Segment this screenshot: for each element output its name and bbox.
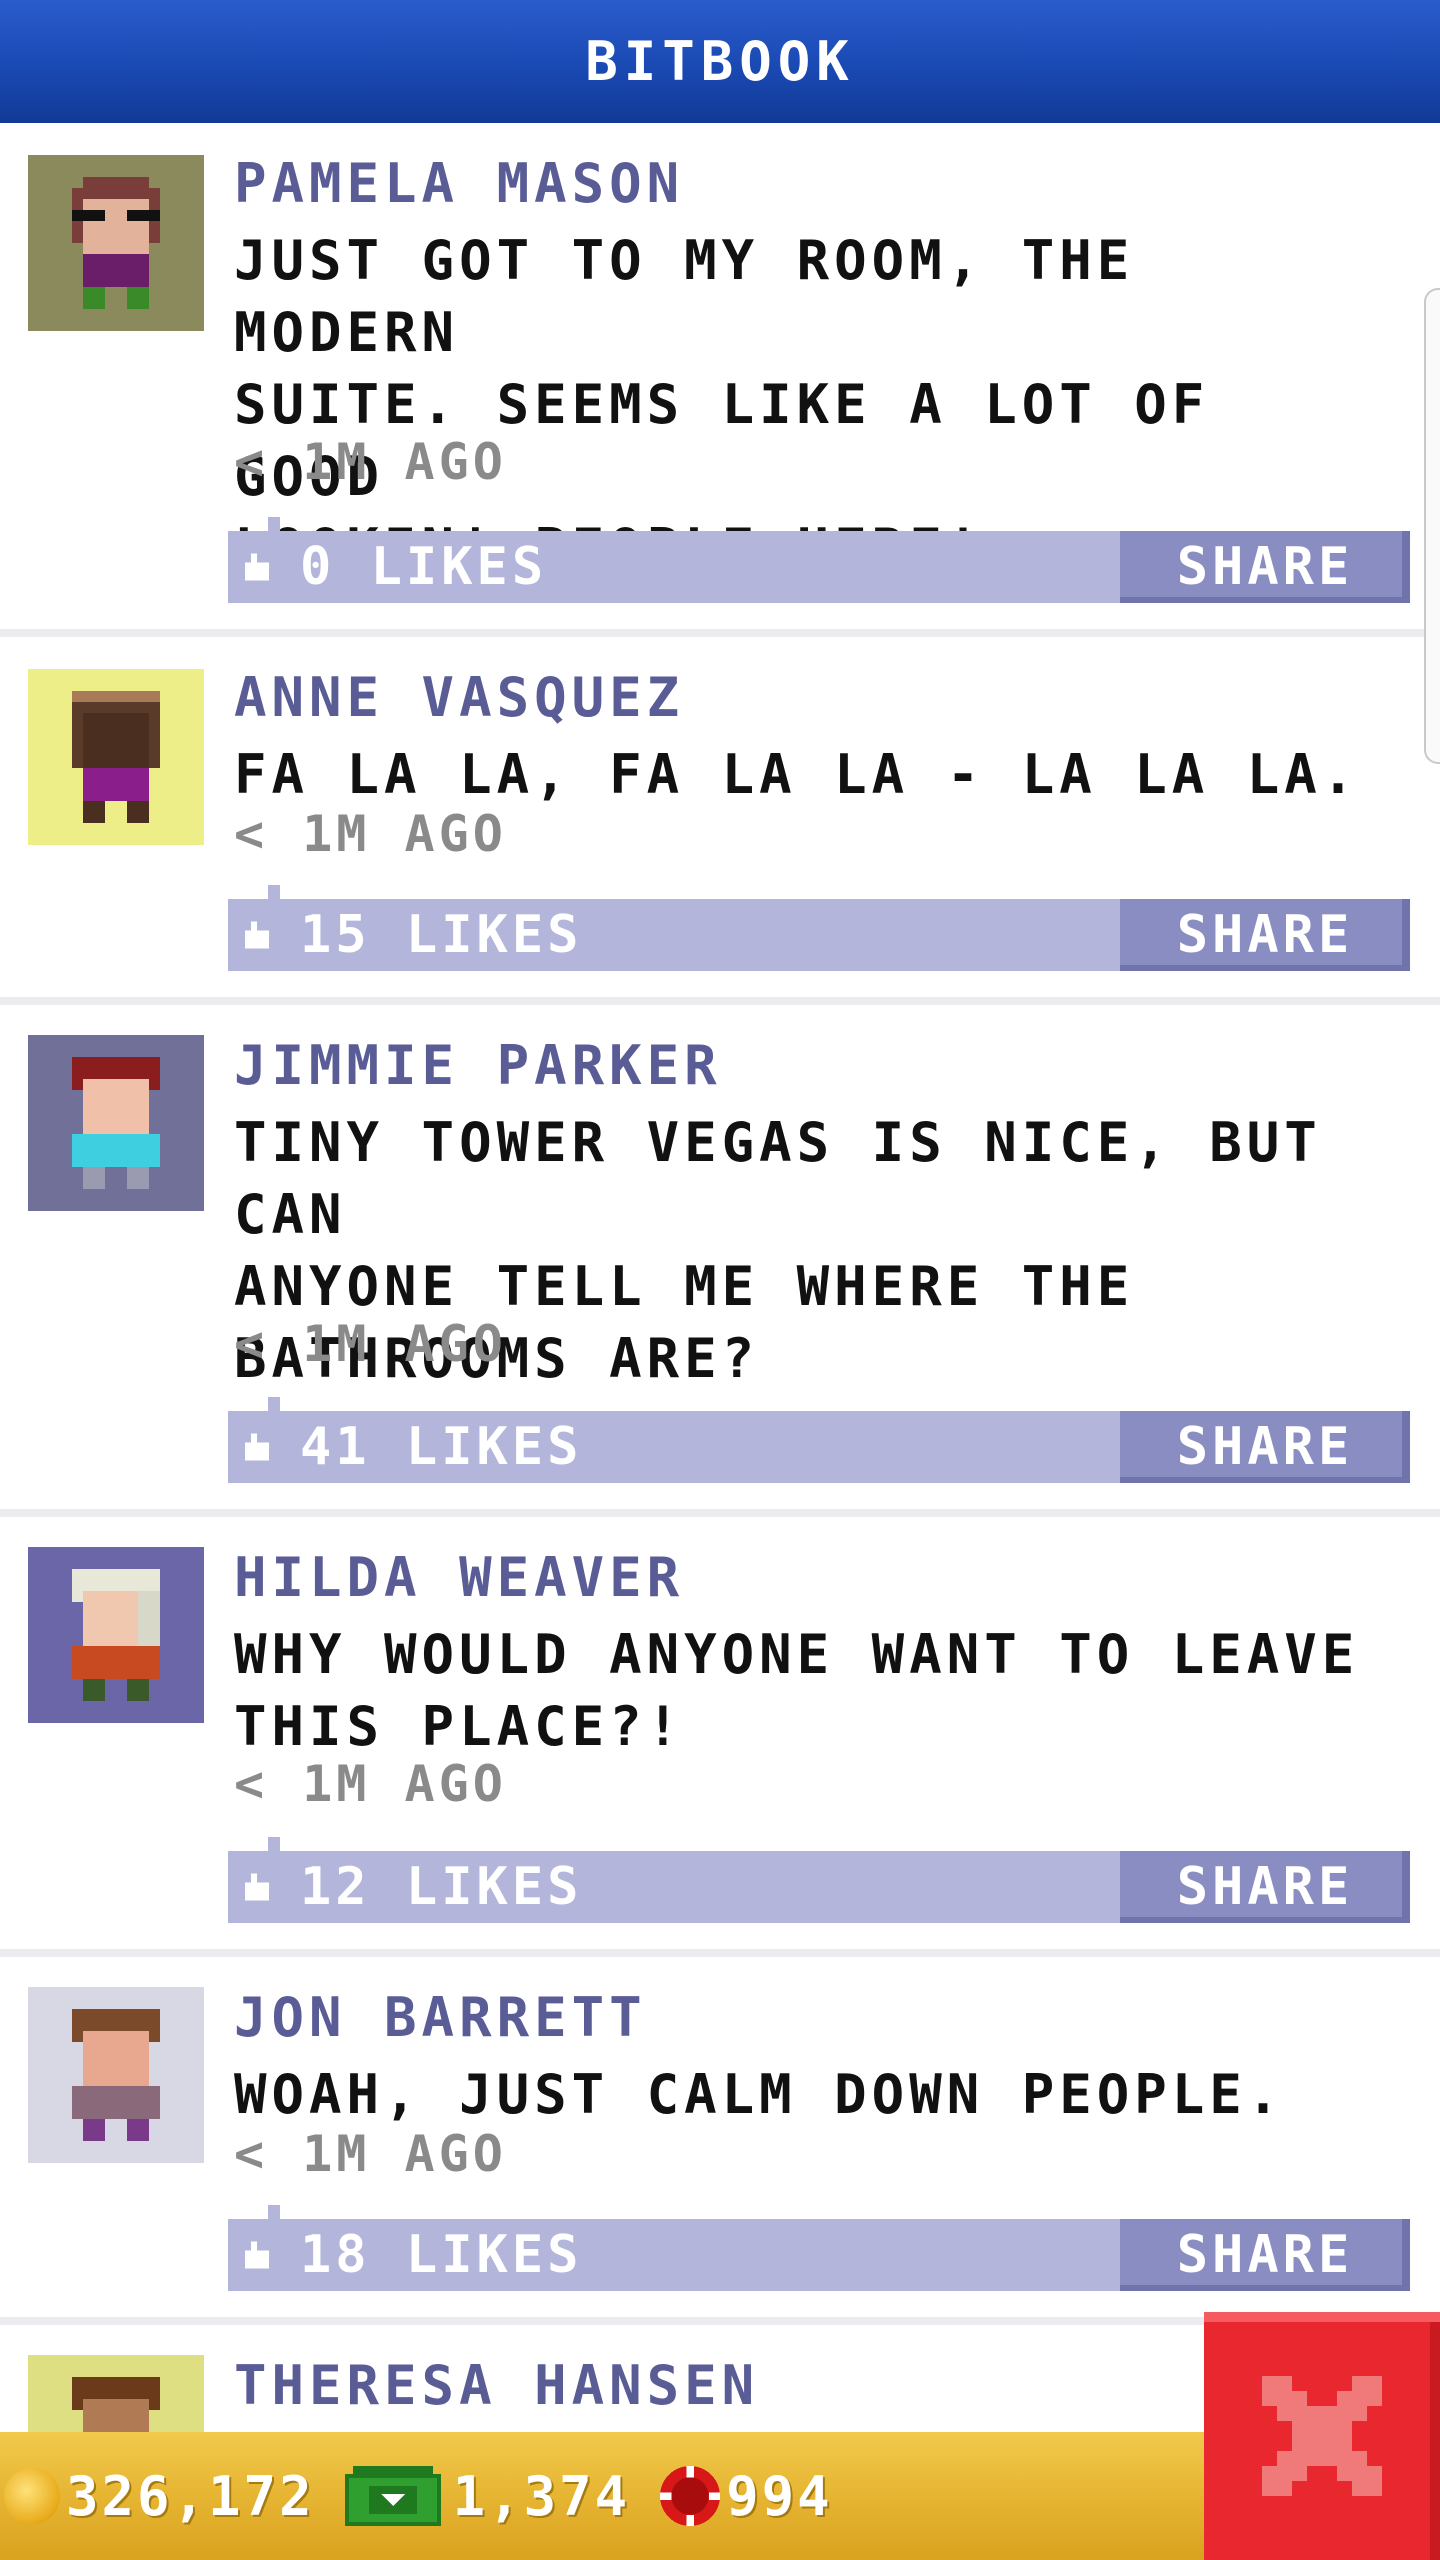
close-icon (1262, 2376, 1382, 2496)
share-button[interactable]: SHARE (1120, 1411, 1410, 1483)
avatar[interactable] (28, 1547, 204, 1723)
share-button[interactable]: SHARE (1120, 899, 1410, 971)
post-text-line: JUST GOT TO MY ROOM, THE MODERN (234, 229, 1135, 364)
like-bar-tab (268, 885, 280, 899)
avatar-jimmie-parker-icon (28, 1035, 204, 1211)
chips-counter: 994 (660, 2465, 833, 2528)
share-button[interactable]: SHARE (1120, 531, 1410, 603)
post-text-line: FA LA LA, FA LA LA - LA LA LA. (234, 743, 1360, 806)
avatar[interactable] (28, 669, 204, 845)
author-name[interactable]: THERESA HANSEN (234, 2355, 759, 2417)
like-bar: 0 LIKES SHARE (228, 517, 1410, 603)
thumbs-up-icon[interactable] (242, 1433, 272, 1461)
like-bar-tab (268, 1397, 280, 1411)
post-timestamp: < 1M AGO (234, 433, 507, 491)
close-button[interactable] (1204, 2312, 1440, 2560)
author-name[interactable]: ANNE VASQUEZ (234, 667, 684, 729)
bux-icon (344, 2466, 441, 2526)
post-timestamp: < 1M AGO (234, 1755, 507, 1813)
like-count[interactable]: 41 LIKES (300, 1411, 582, 1483)
like-count[interactable]: 12 LIKES (300, 1851, 582, 1923)
thumbs-up-icon[interactable] (242, 921, 272, 949)
post-text: WHY WOULD ANYONE WANT TO LEAVE THIS PLAC… (234, 1619, 1394, 1763)
coin-icon (4, 2468, 60, 2524)
post-text-line: ANYONE TELL ME WHERE THE (234, 1255, 1135, 1318)
like-count[interactable]: 18 LIKES (300, 2219, 582, 2291)
post-item: JIMMIE PARKER TINY TOWER VEGAS IS NICE, … (0, 1005, 1440, 1517)
avatar-pamela-mason-icon (28, 155, 204, 331)
like-bar: 18 LIKES SHARE (228, 2205, 1410, 2291)
avatar-jon-barrett-icon (28, 1987, 204, 2163)
post-text-line: THIS PLACE?! (234, 1695, 685, 1758)
post-timestamp: < 1M AGO (234, 1315, 507, 1373)
like-count[interactable]: 15 LIKES (300, 899, 582, 971)
post-item: HILDA WEAVER WHY WOULD ANYONE WANT TO LE… (0, 1517, 1440, 1957)
author-name[interactable]: HILDA WEAVER (234, 1547, 684, 1609)
coins-counter: 326,172 (4, 2465, 315, 2528)
chips-value: 994 (726, 2464, 833, 2528)
post-timestamp: < 1M AGO (234, 2125, 507, 2183)
post-text-line: WHY WOULD ANYONE WANT TO LEAVE (234, 1623, 1360, 1686)
avatar-anne-vasquez-icon (28, 669, 204, 845)
thumbs-up-icon[interactable] (242, 2241, 272, 2269)
poker-chip-icon (660, 2466, 721, 2526)
bux-value: 1,374 (452, 2464, 631, 2528)
scrollbar[interactable] (1424, 288, 1440, 764)
post-text: FA LA LA, FA LA LA - LA LA LA. (234, 739, 1394, 811)
author-name[interactable]: JON BARRETT (234, 1987, 647, 2049)
author-name[interactable]: JIMMIE PARKER (234, 1035, 722, 1097)
app-header: BITBOOK (0, 0, 1440, 123)
like-bar-tab (268, 1837, 280, 1851)
like-bar: 41 LIKES SHARE (228, 1397, 1410, 1483)
like-count[interactable]: 0 LIKES (300, 531, 547, 603)
like-bar-tab (268, 2205, 280, 2219)
thumbs-up-icon[interactable] (242, 1873, 272, 1901)
post-item: ANNE VASQUEZ FA LA LA, FA LA LA - LA LA … (0, 637, 1440, 1005)
app-title: BITBOOK (585, 30, 855, 93)
author-name[interactable]: PAMELA MASON (234, 153, 684, 215)
bux-counter: 1,374 (344, 2464, 631, 2528)
avatar[interactable] (28, 1035, 204, 1211)
post-item: PAMELA MASON JUST GOT TO MY ROOM, THE MO… (0, 123, 1440, 637)
avatar[interactable] (28, 155, 204, 331)
share-button[interactable]: SHARE (1120, 2219, 1410, 2291)
avatar[interactable] (28, 1987, 204, 2163)
thumbs-up-icon[interactable] (242, 553, 272, 581)
post-text: WOAH, JUST CALM DOWN PEOPLE. (234, 2059, 1394, 2131)
like-bar: 15 LIKES SHARE (228, 885, 1410, 971)
post-text-line: TINY TOWER VEGAS IS NICE, BUT CAN (234, 1111, 1322, 1246)
like-bar: 12 LIKES SHARE (228, 1837, 1410, 1923)
coins-value: 326,172 (66, 2464, 315, 2528)
share-button[interactable]: SHARE (1120, 1851, 1410, 1923)
avatar-hilda-weaver-icon (28, 1547, 204, 1723)
post-timestamp: < 1M AGO (234, 805, 507, 863)
like-bar-tab (268, 517, 280, 531)
post-text-line: WOAH, JUST CALM DOWN PEOPLE. (234, 2063, 1285, 2126)
post-item: JON BARRETT WOAH, JUST CALM DOWN PEOPLE.… (0, 1957, 1440, 2325)
